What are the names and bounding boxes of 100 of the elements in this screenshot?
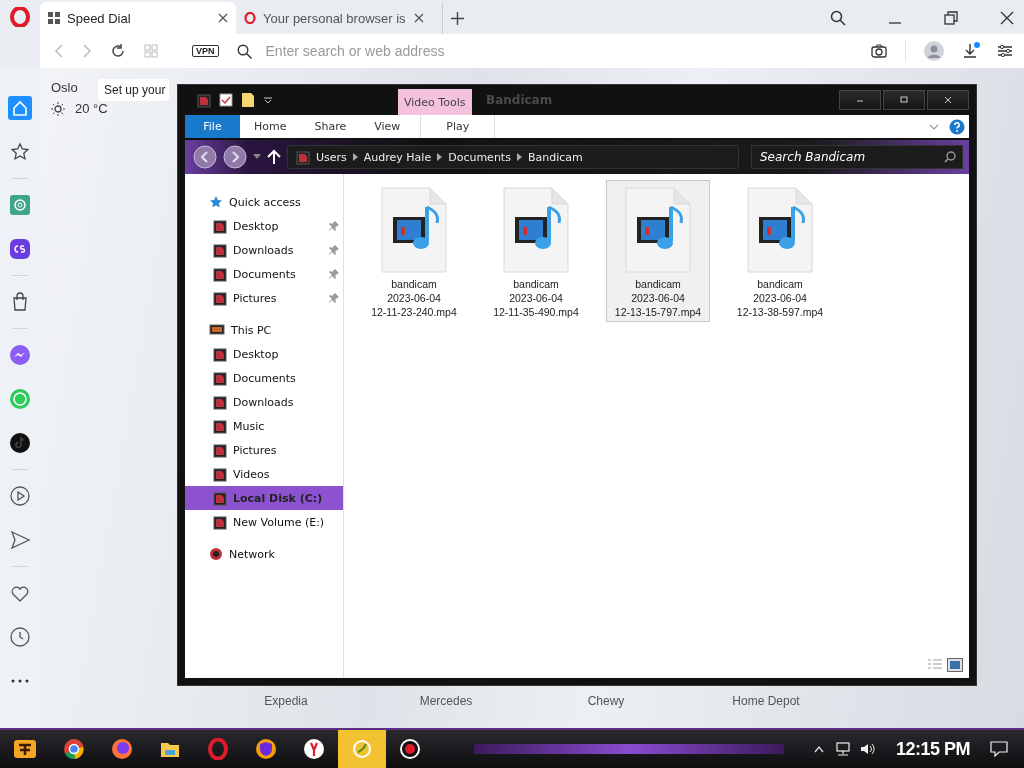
folder-icon <box>211 394 227 410</box>
sidebar-item[interactable] <box>8 484 32 508</box>
temperature-label: 20 °C <box>75 101 108 116</box>
nav-item[interactable]: New Volume (E:) <box>185 510 343 534</box>
nav-item[interactable]: This PC <box>185 318 343 342</box>
chrome-icon <box>63 738 85 760</box>
search-icon <box>236 43 252 59</box>
file-item[interactable]: bandicam 2023-06-04 12-11-23-240.mp4 <box>362 180 466 322</box>
send-icon <box>8 528 32 552</box>
avatar-icon[interactable] <box>924 41 944 61</box>
nav-item[interactable]: Downloads <box>185 390 343 414</box>
speed-dial-label[interactable]: Mercedes <box>366 694 526 708</box>
whatsapp-icon <box>8 387 32 411</box>
chevron-up-icon[interactable] <box>813 745 824 753</box>
volume-icon[interactable] <box>859 742 876 756</box>
opera-logo-icon[interactable] <box>10 7 30 27</box>
breadcrumb-item[interactable]: Bandicam <box>527 150 583 164</box>
nav-item[interactable]: Pictures <box>185 286 343 310</box>
close-icon[interactable] <box>218 13 228 23</box>
start-logo-icon[interactable] <box>12 737 38 761</box>
search-icon <box>944 151 956 163</box>
ribbon-tab[interactable]: Share <box>300 115 361 138</box>
close-icon[interactable] <box>1000 11 1014 25</box>
speed-dial-label[interactable]: Expedia <box>206 694 366 708</box>
nav-item[interactable]: Desktop <box>185 214 343 238</box>
firefox-icon <box>111 738 133 760</box>
nav-item[interactable]: Network <box>185 542 343 566</box>
chevron-down-icon[interactable] <box>929 122 939 131</box>
nav-item[interactable]: Pictures <box>185 438 343 462</box>
network-icon[interactable] <box>833 742 850 756</box>
address-bar[interactable]: Users Audrey Hale Documents Bandicam <box>287 145 739 169</box>
restore-icon[interactable] <box>944 11 958 25</box>
file-item[interactable]: bandicam 2023-06-04 12-13-38-597.mp4 <box>728 180 832 322</box>
folder-icon <box>211 490 227 506</box>
opera-icon <box>207 738 229 760</box>
settings-icon[interactable] <box>998 44 1012 58</box>
video-file-icon <box>747 187 813 273</box>
file-item[interactable]: bandicam 2023-06-04 12-13-15-797.mp4 <box>606 180 710 322</box>
app-icon <box>294 149 310 165</box>
breadcrumb-item[interactable]: Users <box>316 150 347 164</box>
play-icon <box>8 484 32 508</box>
download-icon[interactable] <box>962 42 980 60</box>
sidebar-item[interactable] <box>8 625 32 649</box>
nav-item[interactable]: Downloads <box>185 238 343 262</box>
messenger-icon <box>8 343 32 367</box>
sidebar-item[interactable] <box>8 528 32 552</box>
search-icon[interactable] <box>830 10 846 26</box>
nav-item[interactable]: Documents <box>185 262 343 286</box>
clock-label[interactable]: 12:15 PM <box>895 738 970 760</box>
video-file-icon <box>503 187 569 273</box>
folder-icon <box>211 418 227 434</box>
speed-dial-label[interactable]: Home Depot <box>686 694 846 708</box>
breadcrumb-item[interactable]: Documents <box>448 150 511 164</box>
new-tab-icon[interactable] <box>451 11 464 25</box>
caret-icon[interactable] <box>253 154 261 160</box>
search-box[interactable]: Search Bandicam <box>751 145 963 169</box>
up-arrow-icon[interactable] <box>267 149 281 165</box>
nav-item[interactable]: Desktop <box>185 342 343 366</box>
ribbon-tab[interactable]: View <box>360 115 415 138</box>
file-menu-button[interactable]: File <box>185 115 240 138</box>
maximize-button[interactable] <box>883 90 925 110</box>
sidebar-item[interactable] <box>8 431 32 455</box>
address-bar[interactable]: VPN Enter search or web address <box>40 34 1024 68</box>
cs-app-icon <box>8 237 32 261</box>
browser-tab[interactable]: Speed Dial <box>40 2 236 34</box>
nav-item[interactable]: Quick access <box>185 190 343 214</box>
help-icon[interactable] <box>949 118 965 135</box>
ribbon-tab[interactable]: Home <box>240 115 301 138</box>
close-icon[interactable] <box>414 13 424 23</box>
notification-icon[interactable] <box>990 741 1008 757</box>
opera-logo-icon <box>244 12 256 24</box>
pin-icon <box>329 245 339 255</box>
tiles-icon[interactable] <box>144 44 158 58</box>
back-icon[interactable] <box>193 145 217 169</box>
folder-icon <box>211 514 227 530</box>
chevron-right-icon <box>516 153 522 161</box>
app-icon[interactable] <box>195 92 211 108</box>
browser-tab[interactable]: Your personal browser is <box>236 2 432 34</box>
nav-item[interactable]: Documents <box>185 366 343 390</box>
nav-item[interactable]: Music <box>185 414 343 438</box>
camera-icon[interactable] <box>871 44 887 58</box>
file-item[interactable]: bandicam 2023-06-04 12-11-35-490.mp4 <box>484 180 588 322</box>
reload-icon[interactable] <box>110 43 126 59</box>
forward-icon[interactable] <box>223 145 247 169</box>
folder-icon <box>211 346 227 362</box>
caret-icon[interactable] <box>263 95 273 105</box>
breadcrumb-item[interactable]: Audrey Hale <box>363 150 432 164</box>
vpn-badge[interactable]: VPN <box>192 45 219 57</box>
record-icon <box>399 738 421 760</box>
folder-icon[interactable] <box>241 92 255 108</box>
large-icons-view-icon[interactable] <box>947 658 963 672</box>
nav-item[interactable]: Videos <box>185 462 343 486</box>
search-field[interactable]: Search Bandicam <box>758 149 944 165</box>
address-field[interactable]: Enter search or web address <box>263 42 853 60</box>
pin-icon <box>329 221 339 231</box>
pin-icon <box>329 269 339 279</box>
properties-icon[interactable] <box>219 93 233 107</box>
sun-icon <box>51 101 65 116</box>
speed-dial-label[interactable]: Chewy <box>526 694 686 708</box>
folder-icon <box>211 242 227 258</box>
